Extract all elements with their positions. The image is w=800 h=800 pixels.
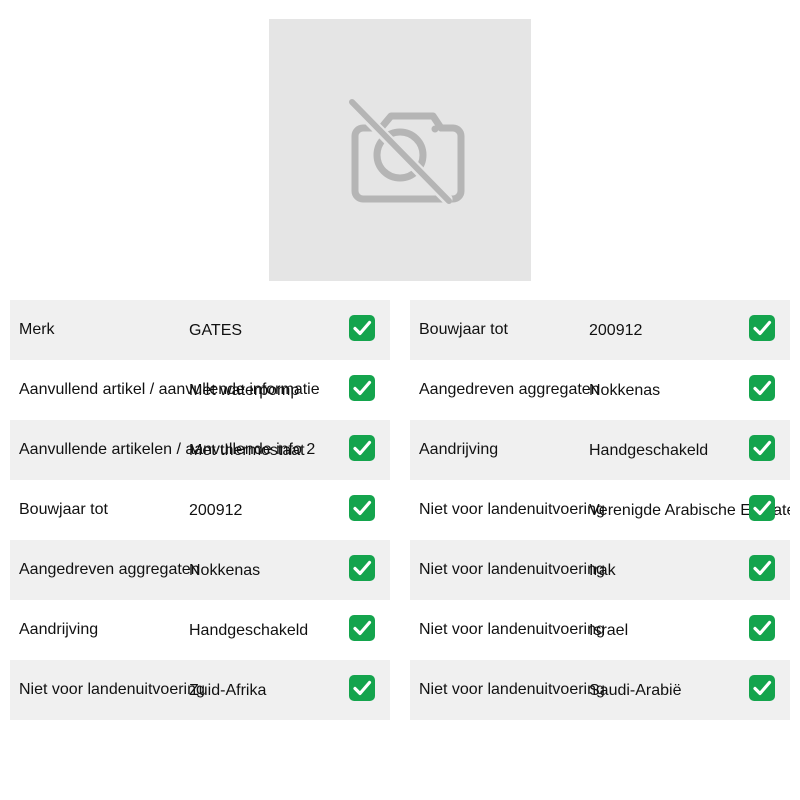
spec-label: Aangedreven aggregaten bbox=[419, 381, 600, 398]
check-mark-icon bbox=[749, 375, 775, 401]
spec-row: Aangedreven aggregaten Nokkenas bbox=[10, 540, 390, 600]
spec-value: Irak bbox=[589, 562, 616, 579]
spec-row: Aangedreven aggregaten Nokkenas bbox=[410, 360, 790, 420]
check-mark-icon bbox=[749, 675, 775, 701]
check-mark-icon bbox=[349, 675, 375, 701]
spec-label: Niet voor landenuitvoering bbox=[419, 621, 605, 638]
spec-value: Met thermostaat bbox=[189, 442, 305, 459]
spec-row: Bouwjaar tot 200912 bbox=[410, 300, 790, 360]
check-mark-icon bbox=[349, 435, 375, 461]
spec-label: Niet voor landenuitvoering bbox=[19, 681, 205, 698]
spec-value: Nokkenas bbox=[189, 562, 261, 579]
spec-table-right: Bouwjaar tot 200912 Aangedreven aggregat… bbox=[410, 300, 790, 720]
check-mark-icon bbox=[349, 315, 375, 341]
spec-value: Handgeschakeld bbox=[189, 622, 309, 639]
product-image-placeholder bbox=[269, 19, 531, 281]
check-mark-icon bbox=[749, 615, 775, 641]
spec-value: Handgeschakeld bbox=[589, 442, 709, 459]
spec-value: Met waterpomp bbox=[189, 382, 300, 399]
check-mark-icon bbox=[749, 315, 775, 341]
spec-label: Niet voor landenuitvoering bbox=[419, 561, 605, 578]
product-spec-page: Merk GATES Aanvullend artikel / aanvulle… bbox=[0, 0, 800, 800]
spec-row: Aanvullende artikelen / aanvullende info… bbox=[10, 420, 390, 480]
spec-table-left: Merk GATES Aanvullend artikel / aanvulle… bbox=[10, 300, 390, 720]
check-mark-icon bbox=[349, 615, 375, 641]
spec-label: Niet voor landenuitvoering bbox=[419, 681, 605, 698]
spec-row: Niet voor landenuitvoering Saudi-Arabië bbox=[410, 660, 790, 720]
check-mark-icon bbox=[349, 375, 375, 401]
spec-label: Aandrijving bbox=[419, 441, 499, 458]
spec-value: 200912 bbox=[589, 322, 643, 339]
spec-row: Niet voor landenuitvoering Israel bbox=[410, 600, 790, 660]
spec-row: Aanvullend artikel / aanvullende informa… bbox=[10, 360, 390, 420]
check-mark-icon bbox=[349, 555, 375, 581]
spec-value: Nokkenas bbox=[589, 382, 661, 399]
spec-label: Bouwjaar tot bbox=[19, 501, 108, 518]
spec-value: 200912 bbox=[189, 502, 243, 519]
spec-label: Merk bbox=[19, 321, 55, 338]
spec-value: Saudi-Arabië bbox=[589, 682, 682, 699]
spec-label: Aandrijving bbox=[19, 621, 99, 638]
spec-label: Bouwjaar tot bbox=[419, 321, 508, 338]
spec-label: Aangedreven aggregaten bbox=[19, 561, 200, 578]
spec-value: Israel bbox=[589, 622, 629, 639]
check-mark-icon bbox=[749, 555, 775, 581]
spec-row: Niet voor landenuitvoering Irak bbox=[410, 540, 790, 600]
check-mark-icon bbox=[349, 495, 375, 521]
spec-row: Aandrijving Handgeschakeld bbox=[410, 420, 790, 480]
spec-value: GATES bbox=[189, 322, 243, 339]
spec-row: Merk GATES bbox=[10, 300, 390, 360]
spec-row: Niet voor landenuitvoering Verenigde Ara… bbox=[410, 480, 790, 540]
spec-row: Bouwjaar tot 200912 bbox=[10, 480, 390, 540]
no-photo-icon bbox=[347, 98, 465, 205]
spec-row: Niet voor landenuitvoering Zuid-Afrika bbox=[10, 660, 390, 720]
check-mark-icon bbox=[749, 435, 775, 461]
spec-row: Aandrijving Handgeschakeld bbox=[10, 600, 390, 660]
check-mark-icon bbox=[749, 495, 775, 521]
spec-value: Zuid-Afrika bbox=[189, 682, 267, 699]
spec-label: Niet voor landenuitvoering bbox=[419, 501, 605, 518]
